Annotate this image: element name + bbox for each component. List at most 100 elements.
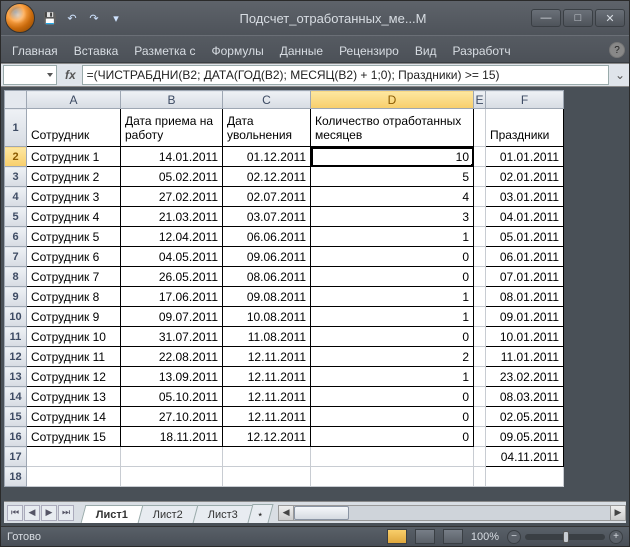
cell-A7[interactable]: Сотрудник 6	[27, 247, 121, 267]
cell-A12[interactable]: Сотрудник 11	[27, 347, 121, 367]
ribbon-tab-view[interactable]: Вид	[408, 40, 444, 62]
cell-E18[interactable]	[474, 467, 486, 487]
cell-D8[interactable]: 0	[311, 267, 474, 287]
row-header-6[interactable]: 6	[5, 227, 27, 247]
zoom-out-icon[interactable]: −	[507, 530, 521, 544]
row-header-17[interactable]: 17	[5, 447, 27, 467]
cell-F16[interactable]: 09.05.2011	[486, 427, 564, 447]
cell-D9[interactable]: 1	[311, 287, 474, 307]
cell-E6[interactable]	[474, 227, 486, 247]
cell-A10[interactable]: Сотрудник 9	[27, 307, 121, 327]
view-pagebreak-button[interactable]	[443, 529, 463, 544]
row-header-15[interactable]: 15	[5, 407, 27, 427]
cell-E15[interactable]	[474, 407, 486, 427]
scroll-left-icon[interactable]: ◀	[278, 505, 294, 521]
row-header-8[interactable]: 8	[5, 267, 27, 287]
cell-B10[interactable]: 09.07.2011	[121, 307, 223, 327]
cell-B3[interactable]: 05.02.2011	[121, 167, 223, 187]
ribbon-tab-formulas[interactable]: Формулы	[205, 40, 271, 62]
cell-B4[interactable]: 27.02.2011	[121, 187, 223, 207]
cell-D14[interactable]: 0	[311, 387, 474, 407]
cell-E4[interactable]	[474, 187, 486, 207]
cell-F15[interactable]: 02.05.2011	[486, 407, 564, 427]
cell-A16[interactable]: Сотрудник 15	[27, 427, 121, 447]
formula-input[interactable]: =(ЧИСТРАБДНИ(B2; ДАТА(ГОД(B2); МЕСЯЦ(B2)…	[82, 65, 609, 85]
cell-A11[interactable]: Сотрудник 10	[27, 327, 121, 347]
cell-B5[interactable]: 21.03.2011	[121, 207, 223, 227]
cell-F5[interactable]: 04.01.2011	[486, 207, 564, 227]
maximize-button[interactable]: □	[563, 9, 593, 27]
cell-F7[interactable]: 06.01.2011	[486, 247, 564, 267]
sheet-nav-first[interactable]: ⏮	[7, 505, 23, 521]
cell-E12[interactable]	[474, 347, 486, 367]
cell-C16[interactable]: 12.12.2011	[223, 427, 311, 447]
row-header-5[interactable]: 5	[5, 207, 27, 227]
office-button[interactable]	[5, 3, 35, 33]
cell-A2[interactable]: Сотрудник 1	[27, 147, 121, 167]
cell-C17[interactable]	[223, 447, 311, 467]
cell-D4[interactable]: 4	[311, 187, 474, 207]
ribbon-tab-home[interactable]: Главная	[5, 40, 65, 62]
cell-C7[interactable]: 09.06.2011	[223, 247, 311, 267]
row-header-14[interactable]: 14	[5, 387, 27, 407]
cell-D7[interactable]: 0	[311, 247, 474, 267]
column-header-F[interactable]: F	[486, 91, 564, 109]
cell-D17[interactable]	[311, 447, 474, 467]
cell-C13[interactable]: 12.11.2011	[223, 367, 311, 387]
view-normal-button[interactable]	[387, 529, 407, 544]
cell-F10[interactable]: 09.01.2011	[486, 307, 564, 327]
cell-E16[interactable]	[474, 427, 486, 447]
name-box[interactable]	[3, 65, 57, 85]
cell-E9[interactable]	[474, 287, 486, 307]
row-header-18[interactable]: 18	[5, 467, 27, 487]
cell-D18[interactable]	[311, 467, 474, 487]
cell-A3[interactable]: Сотрудник 2	[27, 167, 121, 187]
cell-E8[interactable]	[474, 267, 486, 287]
cell-C6[interactable]: 06.06.2011	[223, 227, 311, 247]
column-header-E[interactable]: E	[474, 91, 486, 109]
cell-B8[interactable]: 26.05.2011	[121, 267, 223, 287]
help-icon[interactable]: ?	[609, 42, 625, 58]
view-layout-button[interactable]	[415, 529, 435, 544]
cell-B11[interactable]: 31.07.2011	[121, 327, 223, 347]
cell-D5[interactable]: 3	[311, 207, 474, 227]
cell-F2[interactable]: 01.01.2011	[486, 147, 564, 167]
ribbon-tab-review[interactable]: Рецензиро	[332, 40, 406, 62]
cell-B15[interactable]: 27.10.2011	[121, 407, 223, 427]
cell-A15[interactable]: Сотрудник 14	[27, 407, 121, 427]
cell-F11[interactable]: 10.01.2011	[486, 327, 564, 347]
cell-E7[interactable]	[474, 247, 486, 267]
sheet-tab-new[interactable]: ⋆	[248, 504, 274, 523]
cell-C4[interactable]: 02.07.2011	[223, 187, 311, 207]
redo-icon[interactable]: ↷	[85, 9, 103, 27]
cell-C3[interactable]: 02.12.2011	[223, 167, 311, 187]
undo-icon[interactable]: ↶	[63, 9, 81, 27]
cell-D1[interactable]: Количество отработанных месяцев	[311, 109, 474, 147]
row-header-10[interactable]: 10	[5, 307, 27, 327]
scroll-track[interactable]	[294, 505, 610, 521]
row-header-2[interactable]: 2	[5, 147, 27, 167]
cell-F14[interactable]: 08.03.2011	[486, 387, 564, 407]
cell-B17[interactable]	[121, 447, 223, 467]
sheet-tab-Лист1[interactable]: Лист1	[81, 505, 144, 523]
cell-A5[interactable]: Сотрудник 4	[27, 207, 121, 227]
cell-D11[interactable]: 0	[311, 327, 474, 347]
cell-F4[interactable]: 03.01.2011	[486, 187, 564, 207]
cell-A8[interactable]: Сотрудник 7	[27, 267, 121, 287]
cell-B12[interactable]: 22.08.2011	[121, 347, 223, 367]
column-header-B[interactable]: B	[121, 91, 223, 109]
cell-E1[interactable]	[474, 109, 486, 147]
cell-F3[interactable]: 02.01.2011	[486, 167, 564, 187]
cell-C12[interactable]: 12.11.2011	[223, 347, 311, 367]
cell-D13[interactable]: 1	[311, 367, 474, 387]
sheet-nav-next[interactable]: ▶	[41, 505, 57, 521]
ribbon-tab-developer[interactable]: Разработч	[446, 40, 518, 62]
cell-B1[interactable]: Дата приема на работу	[121, 109, 223, 147]
zoom-in-icon[interactable]: +	[609, 530, 623, 544]
row-header-3[interactable]: 3	[5, 167, 27, 187]
zoom-thumb[interactable]	[563, 531, 569, 543]
cell-A6[interactable]: Сотрудник 5	[27, 227, 121, 247]
row-header-1[interactable]: 1	[5, 109, 27, 147]
cell-C9[interactable]: 09.08.2011	[223, 287, 311, 307]
horizontal-scrollbar[interactable]: ◀ ▶	[278, 505, 626, 521]
